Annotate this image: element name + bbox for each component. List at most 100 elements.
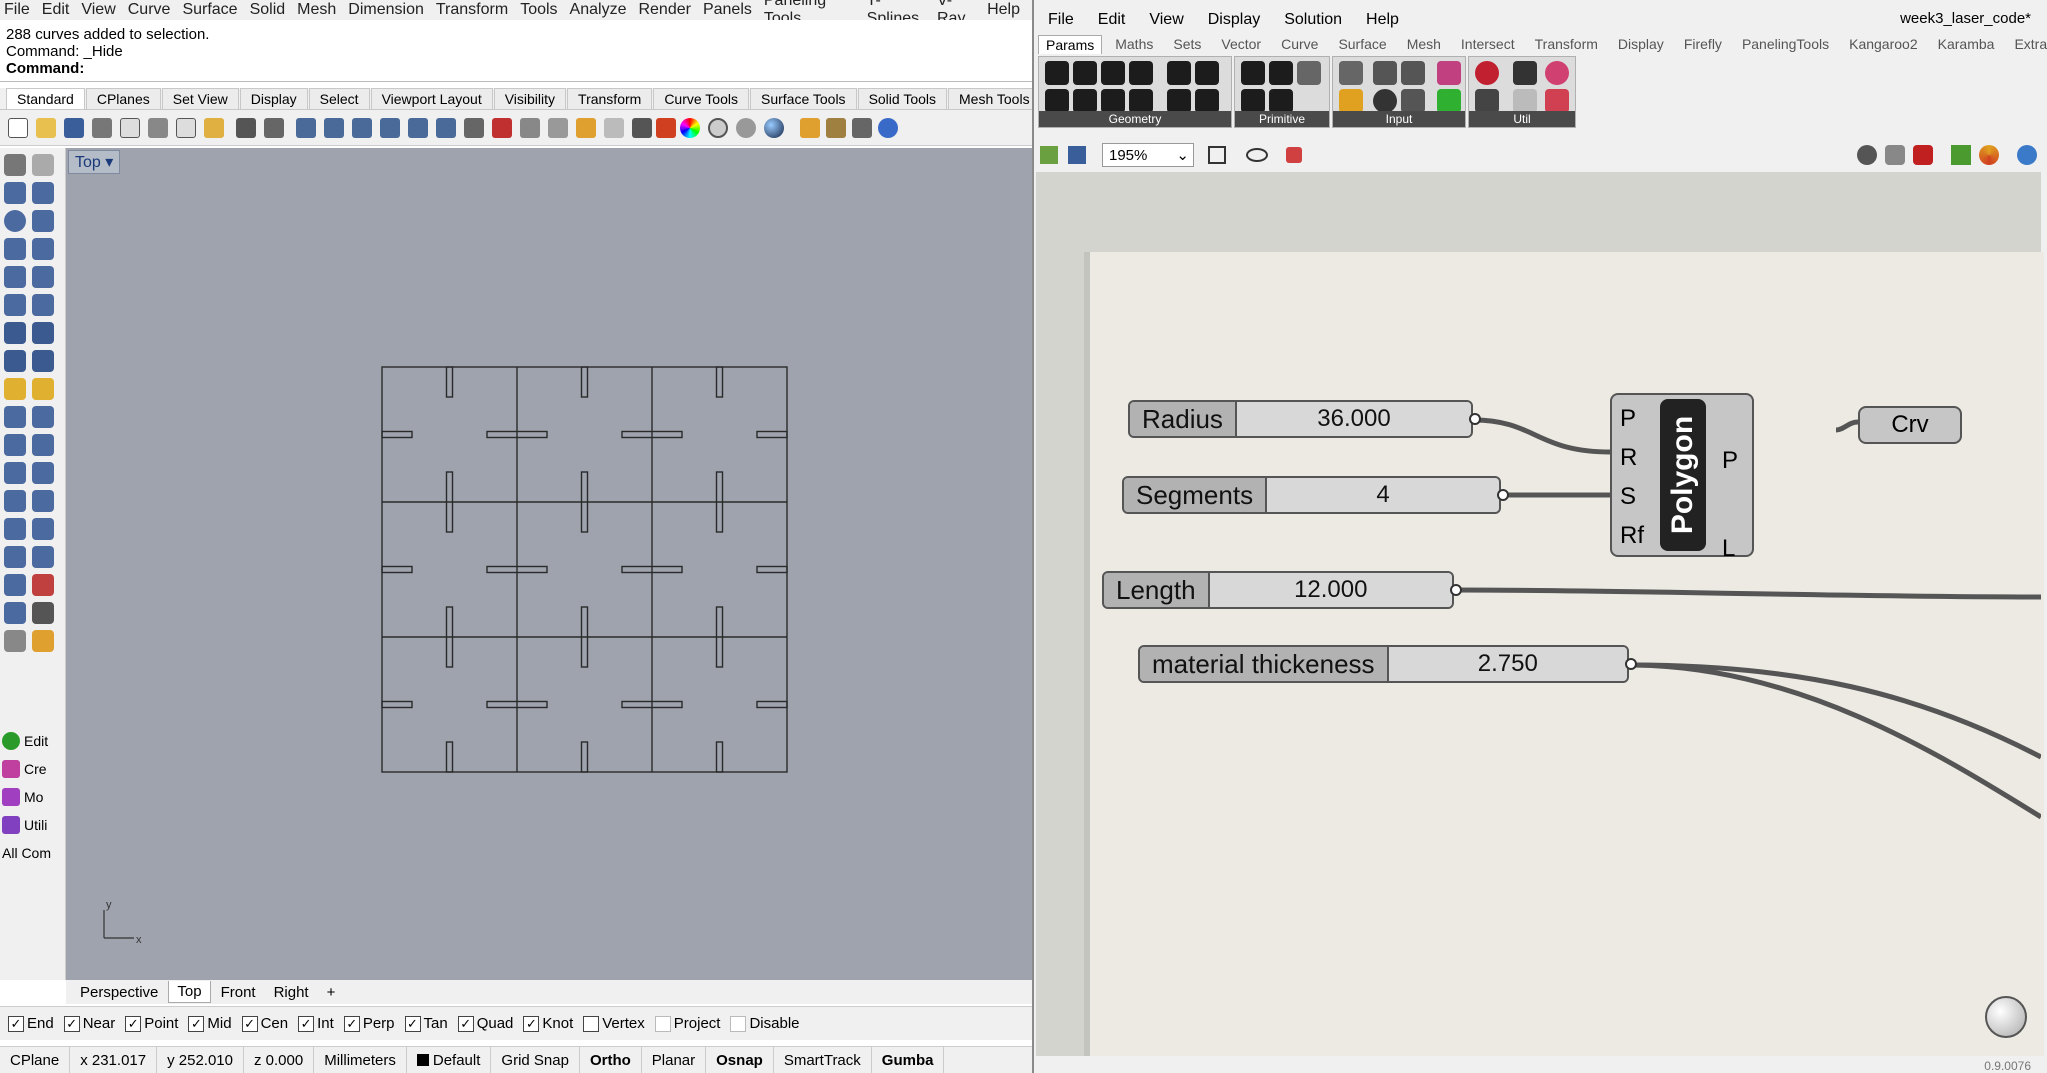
gh-menu-display[interactable]: Display [1208,11,1260,29]
osnap-near[interactable]: ✓ Near [63,1015,115,1032]
curve-icon[interactable] [32,182,54,204]
shaded-sphere-icon[interactable] [736,118,756,138]
graph-mapper-icon[interactable] [1339,89,1363,113]
panel-edit[interactable]: Edit [0,728,66,754]
bake-icon[interactable] [1951,145,1971,165]
mesh-param-icon[interactable] [1195,61,1219,85]
menu-transform[interactable]: Transform [436,1,508,19]
open-icon[interactable] [36,118,56,138]
segments-slider[interactable]: Segments 4 [1122,476,1509,514]
gh-tab-maths[interactable]: Maths [1108,35,1160,53]
smarttrack-toggle[interactable]: SmartTrack [774,1047,872,1073]
flask-icon[interactable] [1545,89,1569,113]
cplane-label[interactable]: CPlane [0,1047,71,1073]
osnap-quad[interactable]: ✓ Quad [457,1015,513,1032]
integer-param-icon[interactable] [1269,61,1293,85]
checkbox[interactable]: ✓ [188,1015,205,1032]
render-preview-icon[interactable] [2017,145,2037,165]
checkbox[interactable]: ✓ [457,1015,474,1032]
relay-arrow-icon[interactable] [1513,61,1537,85]
osnap-knot[interactable]: ✓ Knot [523,1015,573,1032]
group-icon[interactable] [32,434,54,456]
gh-tab-intersect[interactable]: Intersect [1454,35,1522,53]
fitness-icon[interactable] [1545,61,1569,85]
polygon-component[interactable]: P R S Rf Polygon P L [1610,393,1754,562]
output-p[interactable]: P [1722,417,1738,505]
snap-icon[interactable] [852,118,872,138]
layout-icon[interactable] [4,574,26,596]
output-grip[interactable] [1497,489,1509,501]
rectangle-param-icon[interactable] [1129,89,1153,113]
open-file-icon[interactable] [1040,146,1058,164]
panel-create[interactable]: Cre [0,756,66,782]
gh-tab-mesh[interactable]: Mesh [1400,35,1448,53]
print-icon[interactable] [92,118,112,138]
output-grip[interactable] [1625,658,1637,670]
tab-standard[interactable]: Standard [6,88,85,109]
gh-tab-transform[interactable]: Transform [1528,35,1605,53]
menu-panels[interactable]: Panels [703,1,752,19]
input-p[interactable]: P [1620,399,1644,438]
osnap-project[interactable]: Project [654,1015,720,1032]
top-viewport[interactable]: Top ▾ y x [66,148,1032,980]
input-r[interactable]: R [1620,438,1644,477]
plane-param-icon[interactable] [1073,89,1097,113]
slider-track[interactable]: 4 [1267,478,1499,512]
cut-icon[interactable] [148,118,168,138]
menu-analyze[interactable]: Analyze [570,1,627,19]
render-icon[interactable] [800,118,820,138]
box-icon[interactable] [4,322,26,344]
add-viewport-tab[interactable]: + [319,982,344,1003]
osnap-disable[interactable]: Disable [730,1015,800,1032]
copy-icon[interactable] [120,118,140,138]
gh-solver-indicator-icon[interactable] [1985,996,2027,1038]
polyline-icon[interactable] [4,182,26,204]
gh-menu-file[interactable]: File [1048,11,1074,29]
checkbox[interactable] [654,1015,671,1032]
text-param-icon[interactable] [1269,89,1293,113]
undo-icon[interactable] [236,118,256,138]
cherry-icon[interactable] [1475,61,1499,85]
save-file-icon[interactable] [1068,146,1086,164]
checkbox[interactable]: ✓ [343,1015,360,1032]
rotate-view-icon[interactable] [296,118,316,138]
image-sampler-icon[interactable] [1437,89,1461,113]
boolean-toggle-icon[interactable] [1339,61,1363,85]
help-icon[interactable] [878,118,898,138]
osnap-cen[interactable]: ✓ Cen [241,1015,288,1032]
render-setup-icon[interactable] [4,630,26,652]
split-icon[interactable] [4,406,26,428]
new-icon[interactable] [8,118,28,138]
gh-tab-panelingtools[interactable]: PanelingTools [1735,35,1836,53]
preview-eye-icon[interactable] [1246,148,1268,162]
analyze-icon[interactable] [4,602,26,624]
value-list-icon[interactable] [1401,89,1425,113]
planar-toggle[interactable]: Planar [642,1047,707,1073]
osnap-point[interactable]: ✓ Point [125,1015,178,1032]
tab-viewport-layout[interactable]: Viewport Layout [370,88,493,109]
geometry-param-icon[interactable] [1045,61,1069,85]
crv-param[interactable]: Crv [1858,406,1962,444]
output-l[interactable]: L [1722,505,1738,593]
cluster-icon[interactable] [1475,89,1499,113]
tab-select[interactable]: Select [308,88,370,109]
circular-arc-param-icon[interactable] [1101,61,1125,85]
checkbox[interactable]: ✓ [298,1015,315,1032]
osnap-mid[interactable]: ✓ Mid [188,1015,232,1032]
tab-top[interactable]: Top [168,981,211,1003]
lock-icon[interactable] [632,118,652,138]
panel-utilities[interactable]: Utili [0,812,66,838]
gh-tab-kangaroo2[interactable]: Kangaroo2 [1842,35,1925,53]
options-gear-icon[interactable] [826,118,846,138]
checkbox[interactable]: ✓ [404,1015,421,1032]
array-icon[interactable] [4,518,26,540]
circle-icon[interactable] [4,210,26,232]
material-preview-icon[interactable] [1979,145,1999,165]
select-points-icon[interactable] [576,118,596,138]
preview-wireframe-icon[interactable] [1857,145,1877,165]
gh-menu-view[interactable]: View [1149,11,1183,29]
trim-icon[interactable] [32,378,54,400]
colour-swatch-icon[interactable] [1373,89,1397,113]
text-icon[interactable] [4,490,26,512]
cylinder-icon[interactable] [4,350,26,372]
